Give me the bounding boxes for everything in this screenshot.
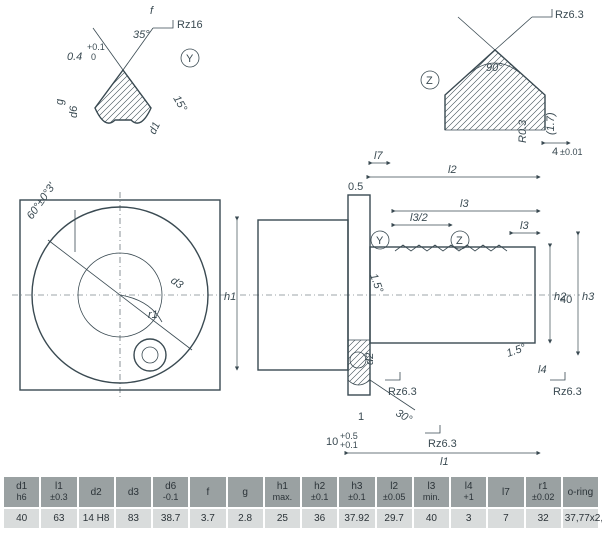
col-value: 3	[451, 509, 486, 528]
col-value: 14 H8	[79, 509, 114, 528]
col-value: 37.92	[339, 509, 374, 528]
one: 1	[358, 411, 364, 423]
col-value: 7	[488, 509, 523, 528]
l2: l2	[448, 164, 457, 176]
col-value: 2.8	[228, 509, 263, 528]
col-header: f	[190, 477, 225, 507]
l1: l1	[440, 456, 449, 468]
angle-15: 15°	[170, 94, 189, 115]
col-value: 40	[414, 509, 449, 528]
side-y: Y	[376, 235, 384, 247]
d1-label: d1	[147, 120, 163, 136]
tenm: +0.1	[340, 440, 358, 450]
rz-r: Rz6.3	[553, 386, 582, 398]
d3-label: d3	[168, 275, 186, 292]
front-view: 60°±0°3' d3 r1	[12, 180, 228, 398]
ang30: 30°	[394, 407, 415, 426]
tol-04: 0.4	[67, 51, 82, 63]
col-header: l4+1	[451, 477, 486, 507]
side-z: Z	[456, 235, 463, 247]
pitch-tol: ±0.01	[560, 147, 582, 157]
side-view: Y Z l2 l7 l3 l3/2 0.5 l3 h2 h3 40 1.5° l…	[224, 150, 595, 468]
forty: 40	[560, 294, 572, 306]
ten: 10	[326, 436, 338, 448]
l3b: l3	[520, 220, 529, 232]
col-value: 29.7	[377, 509, 412, 528]
col-header: r1±0.02	[526, 477, 561, 507]
rz63-label: Rz6.3	[555, 9, 584, 21]
col-header: d2	[79, 477, 114, 507]
col-header: l3min.	[414, 477, 449, 507]
d6-label: d6	[68, 105, 80, 118]
angle-35: 35°	[133, 29, 150, 41]
h1: h1	[224, 291, 236, 303]
col-header: g	[228, 477, 263, 507]
col-header: l2±0.05	[377, 477, 412, 507]
angle-90: 90°	[486, 62, 503, 74]
r03: R0.3	[517, 119, 529, 143]
col-value: 63	[41, 509, 76, 528]
h17: (1.7)	[545, 112, 557, 135]
col-header: o-ring	[563, 477, 598, 507]
rz-m: Rz6.3	[388, 386, 417, 398]
col-header: h1max.	[265, 477, 300, 507]
col-header: h2±0.1	[302, 477, 337, 507]
l3half: l3/2	[410, 212, 428, 224]
col-header: l7	[488, 477, 523, 507]
col-header: l1±0.3	[41, 477, 76, 507]
technical-drawing: Rz16 35° 15° Y 0.4 +0.1 0 f g d6 d1 Rz6.…	[0, 0, 602, 470]
col-value: 3.7	[190, 509, 225, 528]
col-value: 40	[4, 509, 39, 528]
tol-plus: +0.1	[87, 42, 105, 52]
d2: d2	[364, 353, 376, 365]
r1-label: r1	[148, 309, 158, 321]
g-label: g	[54, 98, 66, 105]
col-header: d3	[116, 477, 151, 507]
col-header: h3±0.1	[339, 477, 374, 507]
detail-y: Rz16 35° 15° Y 0.4 +0.1 0 f g d6 d1	[54, 5, 203, 136]
lead05: 0.5	[348, 181, 363, 193]
l7: l7	[374, 150, 383, 162]
col-value: 83	[116, 509, 151, 528]
tol-zero: 0	[91, 52, 96, 62]
col-header: d1h6	[4, 477, 39, 507]
pitch4: 4	[552, 146, 558, 158]
rz16-label: Rz16	[177, 19, 203, 31]
rz-b: Rz6.3	[428, 438, 457, 450]
spec-table: d1h6l1±0.3d2d3d6-0.1fgh1max.h2±0.1h3±0.1…	[2, 475, 600, 530]
col-value: 32	[526, 509, 561, 528]
detail-y-label: Y	[186, 53, 194, 65]
f-label: f	[150, 5, 154, 17]
detail-z-label: Z	[426, 75, 433, 87]
col-header: d6-0.1	[153, 477, 188, 507]
angle60: 60°±0°3'	[25, 180, 59, 222]
col-value: 37,77x2,62	[563, 509, 598, 528]
col-value: 38.7	[153, 509, 188, 528]
col-value: 25	[265, 509, 300, 528]
l3: l3	[460, 198, 469, 210]
detail-z: Rz6.3 Z 90° R0.3 (1.7) 4 ±0.01	[421, 9, 584, 158]
deg15: 1.5°	[505, 342, 528, 360]
col-value: 36	[302, 509, 337, 528]
h3: h3	[582, 291, 595, 303]
l4: l4	[538, 364, 547, 376]
